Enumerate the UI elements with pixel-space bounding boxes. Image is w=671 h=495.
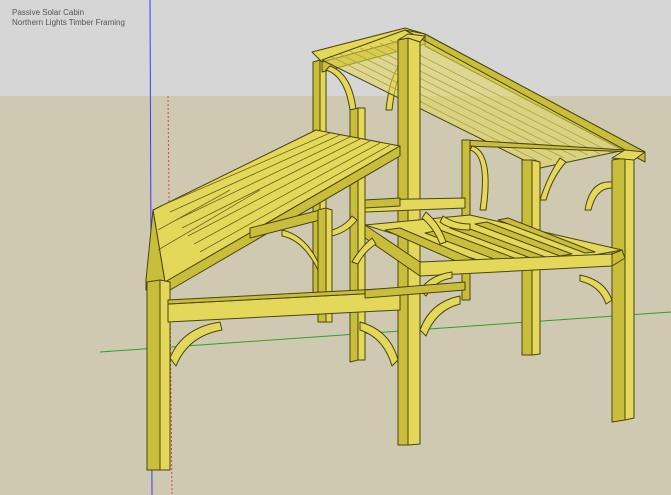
post-center-tall <box>397 37 409 446</box>
sketchup-viewport[interactable]: Passive Solar Cabin Northern Lights Timb… <box>0 0 671 495</box>
post-right-front <box>611 157 626 423</box>
post-front-left <box>146 279 161 471</box>
timber-frame-model[interactable] <box>0 0 671 495</box>
model-title-block: Passive Solar Cabin Northern Lights Timb… <box>12 8 125 28</box>
model-subtitle: Northern Lights Timber Framing <box>12 18 125 27</box>
girt-back-left <box>364 197 401 209</box>
model-title: Passive Solar Cabin <box>12 8 85 17</box>
